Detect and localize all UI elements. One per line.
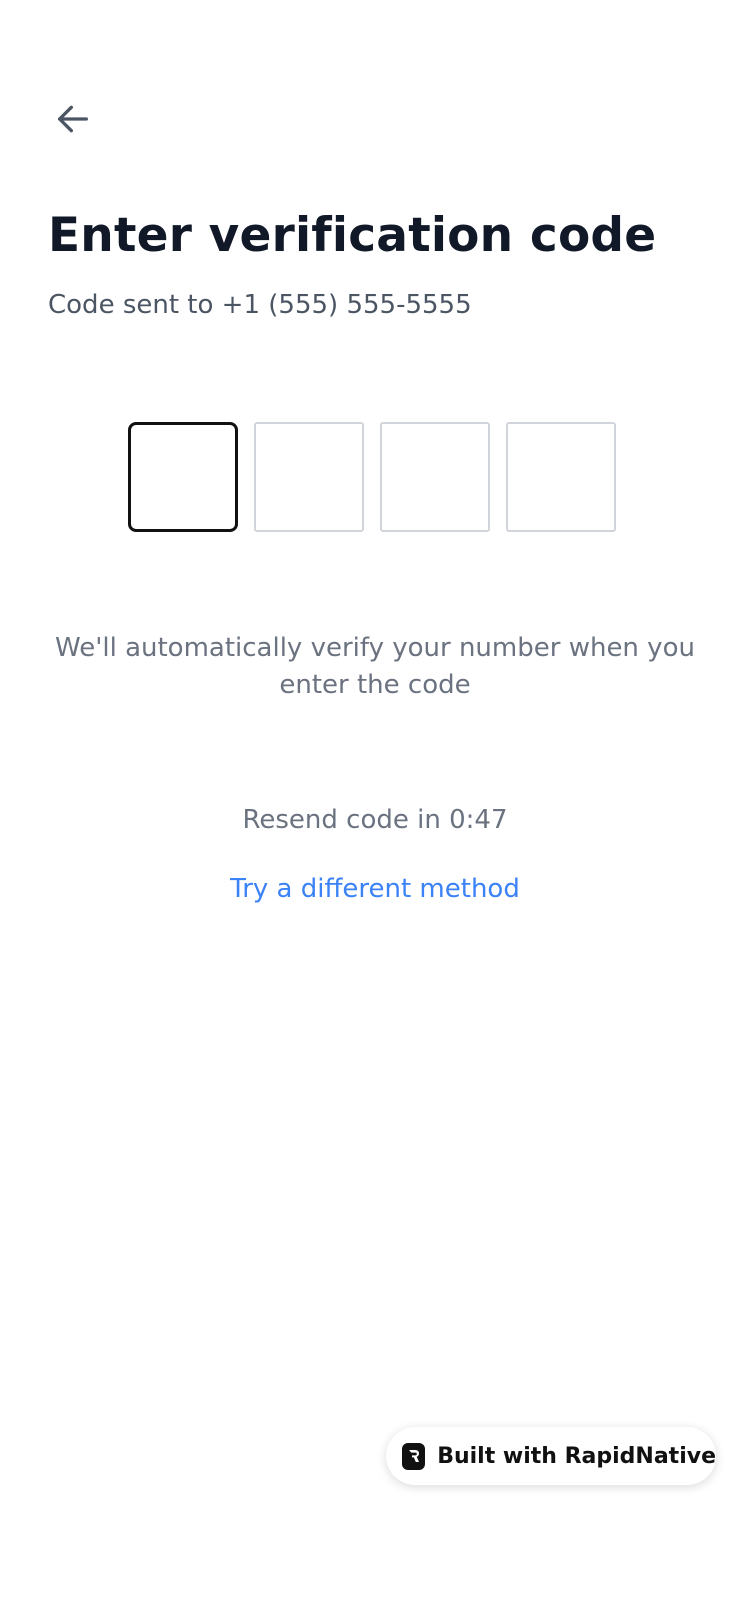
try-different-method-link[interactable]: Try a different method	[0, 874, 750, 904]
auto-verify-info: We'll automatically verify your number w…	[0, 630, 750, 704]
code-sent-subtitle: Code sent to +1 (555) 555-5555	[48, 290, 472, 320]
otp-input-group	[128, 422, 616, 532]
otp-digit-3[interactable]	[380, 422, 490, 532]
rapidnative-logo-icon	[402, 1442, 426, 1470]
otp-digit-4[interactable]	[506, 422, 616, 532]
back-button[interactable]	[50, 96, 96, 142]
arrow-left-icon	[58, 105, 89, 133]
resend-countdown: Resend code in 0:47	[242, 805, 508, 835]
page-title: Enter verification code	[48, 208, 657, 263]
built-with-badge[interactable]: Built with RapidNative	[386, 1427, 716, 1485]
auto-verify-info-line2: enter the code	[279, 670, 471, 700]
otp-digit-1[interactable]	[128, 422, 238, 532]
auto-verify-info-line1: We'll automatically verify your number w…	[55, 633, 695, 663]
otp-digit-2[interactable]	[254, 422, 364, 532]
built-with-label: Built with RapidNative	[437, 1443, 716, 1469]
